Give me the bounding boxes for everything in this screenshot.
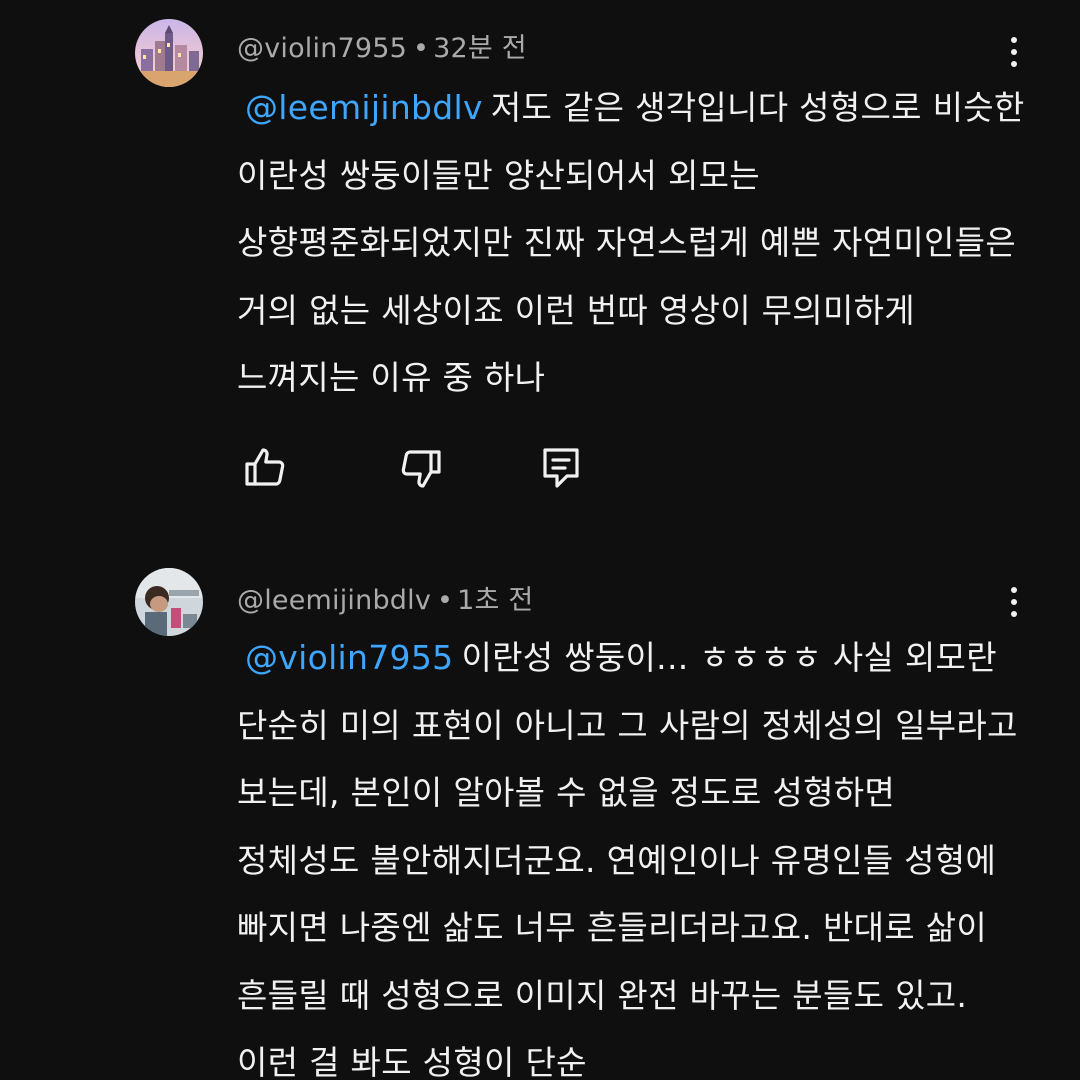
reply-icon xyxy=(543,448,579,488)
more-options-button[interactable] xyxy=(994,24,1034,80)
comment-author[interactable]: @leemijinbdlv xyxy=(237,585,431,616)
comment-text: 이란성 쌍둥이... ㅎㅎㅎㅎ 사실 외모란 단순히 미의 표현이 아니고 그 … xyxy=(237,638,1018,1080)
mention-link[interactable]: @leemijinbdlv xyxy=(245,88,483,127)
meta-separator: • xyxy=(437,585,454,616)
dislike-button[interactable] xyxy=(393,440,449,496)
like-button[interactable] xyxy=(237,440,293,496)
comment-text: 저도 같은 생각입니다 성형으로 비슷한 이란성 쌍둥이들만 양산되어서 외모는… xyxy=(237,88,1025,397)
comment-body: @violin7955 이란성 쌍둥이... ㅎㅎㅎㅎ 사실 외모란 단순히 미의… xyxy=(237,624,1027,1080)
avatar[interactable] xyxy=(135,19,203,87)
mention-link[interactable]: @violin7955 xyxy=(245,638,453,677)
comment-meta: @violin7955 • 32분 전 xyxy=(237,26,527,65)
avatar-photo-icon xyxy=(135,568,203,636)
comment-time: 32분 전 xyxy=(433,33,527,64)
more-vert-icon xyxy=(1011,587,1017,593)
comment-author[interactable]: @violin7955 xyxy=(237,33,407,64)
comment-time: 1초 전 xyxy=(457,585,534,616)
meta-separator: • xyxy=(413,33,430,64)
thumbs-up-icon xyxy=(245,448,285,486)
comment-meta: @leemijinbdlv • 1초 전 xyxy=(237,578,533,617)
more-options-button[interactable] xyxy=(994,574,1034,630)
more-vert-icon xyxy=(1011,37,1017,43)
avatar-illustration-icon xyxy=(135,19,203,87)
comment-body: @leemijinbdlv 저도 같은 생각입니다 성형으로 비슷한 이란성 쌍둥… xyxy=(237,74,1027,412)
reply-button[interactable] xyxy=(533,440,589,496)
avatar[interactable] xyxy=(135,568,203,636)
thumbs-down-icon xyxy=(401,450,441,488)
